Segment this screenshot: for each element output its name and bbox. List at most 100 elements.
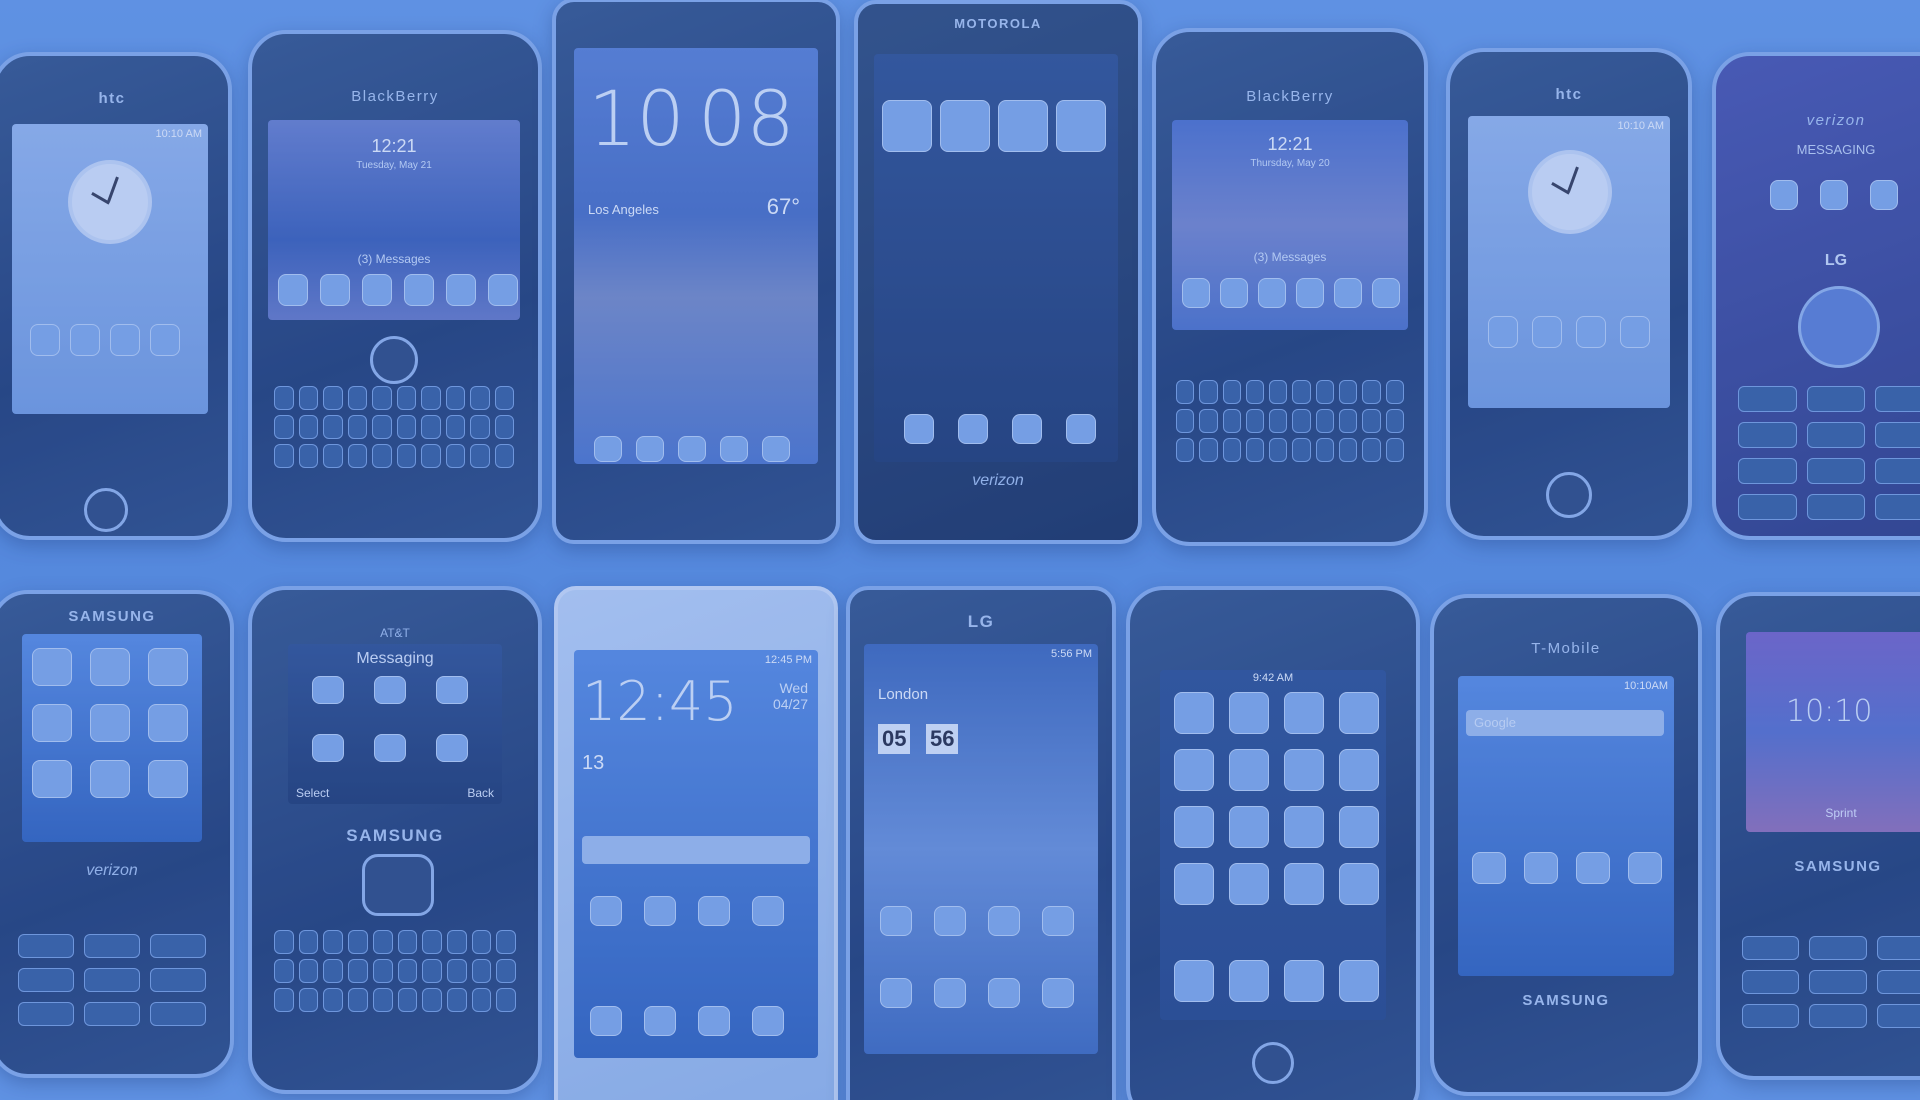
app-icons xyxy=(880,906,1074,936)
weather-temp: 67° xyxy=(766,194,800,219)
clock-icon xyxy=(1528,150,1612,234)
phone-samsung-sprint: 10:10 Sprint SAMSUNG xyxy=(1716,592,1920,1080)
phone-motorola-razr: MOTOROLA verizon xyxy=(854,0,1142,544)
phone-lg-optimus: LG 5:56 PM London 05 56 xyxy=(846,586,1116,1100)
phone-samsung-att: AT&T Messaging Select Back SAMSUNG xyxy=(248,586,542,1094)
maker-logo: LG xyxy=(1824,252,1848,269)
weather-location: Los Angeles xyxy=(588,202,659,217)
clock-time: 10:10 xyxy=(1786,694,1873,729)
softkey-right: Back xyxy=(467,786,494,800)
phone-brand: SAMSUNG xyxy=(68,608,156,625)
bb-notice: (3) Messages xyxy=(357,252,431,266)
keyboard xyxy=(274,386,514,468)
home-button xyxy=(1252,1042,1294,1084)
status-time: 10:10 AM xyxy=(1617,120,1664,132)
phone-screen: Messaging Select Back xyxy=(288,644,502,804)
carrier-logo: AT&T xyxy=(380,626,410,640)
phone-screen: 10:10 Sprint xyxy=(1746,632,1920,832)
phone-screen: 12:21 Thursday, May 20 (3) Messages xyxy=(1172,120,1408,330)
dock-icons xyxy=(590,1006,784,1036)
google-search-bar[interactable]: Google xyxy=(1466,710,1664,736)
phone-htc-left: htc 10:10 AM xyxy=(0,52,232,540)
flip-hour: 05 xyxy=(878,724,911,754)
app-icons xyxy=(278,274,518,306)
phone-brand: SAMSUNG xyxy=(1522,992,1610,1009)
phone-htc-one: 10 08 Los Angeles 67° xyxy=(552,0,840,544)
bb-date: Thursday, May 20 xyxy=(1250,158,1330,169)
phone-blackberry-curve: BlackBerry 12:21 Thursday, May 20 (3) Me… xyxy=(1152,28,1428,546)
status-time: 10:10 AM xyxy=(155,128,202,140)
clock-date: Wed 04/27 xyxy=(772,680,808,712)
phone-screen: 9:42 AM xyxy=(1160,670,1386,1020)
phone-blackberry-bold: BlackBerry 12:21 Tuesday, May 21 (3) Mes… xyxy=(248,30,542,542)
keypad xyxy=(18,934,206,1026)
phone-screen: 10 08 Los Angeles 67° xyxy=(574,48,818,464)
status-time: 12:45 PM xyxy=(764,654,812,666)
bb-time: 12:21 xyxy=(1267,134,1313,154)
menu-icons xyxy=(1770,180,1898,210)
phone-samsung-tmobile: T-Mobile 10:10AM Google SAMSUNG xyxy=(1430,594,1702,1096)
carrier-logo: verizon xyxy=(1806,112,1866,129)
carrier-logo: verizon xyxy=(972,472,1024,489)
phone-screen: 5:56 PM London 05 56 xyxy=(864,644,1098,1054)
app-grid xyxy=(1174,692,1379,905)
app-icons xyxy=(1182,278,1400,308)
keyboard xyxy=(274,930,516,1012)
phone-brand: htc xyxy=(1555,86,1583,103)
clock-minute: 08 xyxy=(698,74,795,163)
menu-icons xyxy=(312,676,468,762)
bb-notice: (3) Messages xyxy=(1253,250,1327,264)
weather-day: 13 xyxy=(582,752,605,774)
dpad xyxy=(1798,286,1880,368)
app-icons xyxy=(30,324,180,356)
phone-galaxy-s2: 12:45 PM 12:45 Wed 04/27 13 xyxy=(554,586,838,1100)
app-icons xyxy=(1472,852,1662,884)
phone-screen: 10:10 AM xyxy=(12,124,208,414)
bb-date: Tuesday, May 21 xyxy=(356,160,432,171)
status-time: 9:42 AM xyxy=(1252,672,1294,684)
phone-screen: 10:10AM Google xyxy=(1458,676,1674,976)
screen-title: MESSAGING xyxy=(1796,142,1876,157)
phone-lg-verizon: verizon MESSAGING LG xyxy=(1712,52,1920,540)
contact-photos xyxy=(882,100,1106,152)
carrier-logo: Sprint xyxy=(1825,806,1857,820)
navigation-key xyxy=(362,854,434,916)
status-time: 5:56 PM xyxy=(1051,648,1092,660)
phone-screen xyxy=(874,54,1118,462)
clock-icon xyxy=(68,160,152,244)
dock-icons xyxy=(880,978,1074,1008)
phone-samsung-verizon: SAMSUNG verizon xyxy=(0,590,234,1078)
phone-iphone: 9:42 AM xyxy=(1126,586,1420,1100)
phone-htc-right: htc 10:10 AM xyxy=(1446,48,1692,540)
bb-time: 12:21 xyxy=(371,136,417,156)
carrier-logo: verizon xyxy=(86,862,138,879)
phone-brand: BlackBerry xyxy=(1246,88,1334,105)
keyboard xyxy=(1176,380,1404,462)
phone-brand: htc xyxy=(98,90,126,107)
app-icons xyxy=(32,648,188,798)
phone-screen: 12:21 Tuesday, May 21 (3) Messages xyxy=(268,120,520,320)
keypad xyxy=(1742,936,1920,1028)
dock-icons xyxy=(594,436,790,462)
status-time: 10:10AM xyxy=(1623,680,1668,692)
phone-brand: LG xyxy=(967,612,995,631)
clock-time: 12:45 xyxy=(582,670,738,733)
phone-brand: BlackBerry xyxy=(351,88,439,105)
trackball xyxy=(370,336,418,384)
phone-screen xyxy=(22,634,202,842)
keypad xyxy=(1738,386,1920,520)
screen-title: Messaging xyxy=(356,650,434,667)
phone-screen: 10:10 AM xyxy=(1468,116,1670,408)
flip-minute: 56 xyxy=(926,724,959,754)
phone-screen: 12:45 PM 12:45 Wed 04/27 13 xyxy=(574,650,818,1058)
trackball xyxy=(84,488,128,532)
weather-city: London xyxy=(878,686,929,703)
app-icons xyxy=(1488,316,1650,348)
google-search-bar[interactable] xyxy=(582,836,810,864)
phones-collage: htc 10:10 AM BlackBerry 12:21 Tuesday, M… xyxy=(0,0,1920,1100)
phone-brand: SAMSUNG xyxy=(346,826,444,845)
dock-icons xyxy=(1174,960,1379,1002)
softkey-left: Select xyxy=(296,786,330,800)
carrier-logo: T-Mobile xyxy=(1531,640,1601,657)
phone-brand: MOTOROLA xyxy=(954,16,1042,31)
